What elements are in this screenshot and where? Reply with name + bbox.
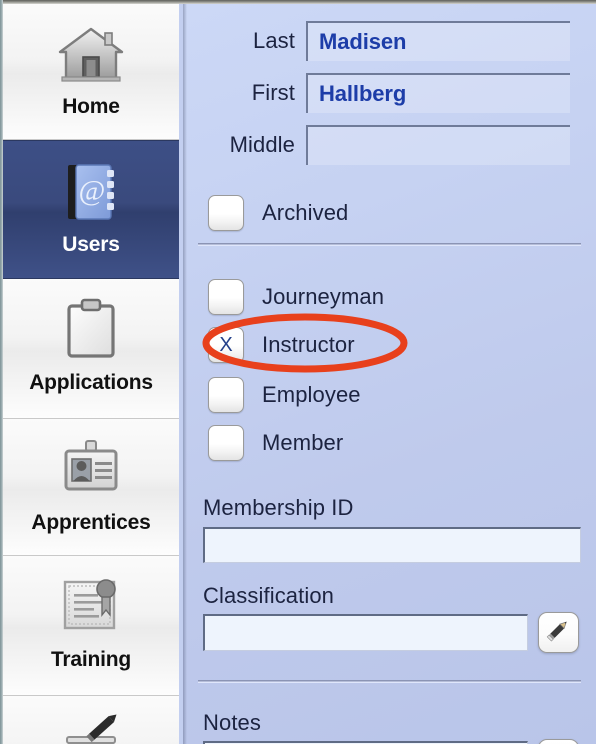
sidebar-item-training[interactable]: Training [3,556,179,696]
member-checkbox[interactable] [208,425,244,461]
application-window: Home @ Users Applications Apprentices Tr… [0,0,596,744]
classification-value [205,616,527,628]
sidebar-item-label: Training [50,648,132,671]
sidebar-item-label: Apprentices [31,511,151,534]
sidebar-item-apprentices[interactable]: Apprentices [3,419,179,556]
last-name-value: Madisen [319,29,407,54]
pencil-icon [545,617,572,649]
membership-id-input[interactable] [203,527,581,563]
employee-label: Employee [262,382,361,407]
checkbox-row-employee[interactable]: Employee [183,373,596,417]
window-left-edge [0,0,3,744]
last-name-input[interactable]: Madisen [306,21,570,61]
classification-edit-button[interactable] [538,612,579,653]
member-label: Member [262,430,344,455]
last-name-label: Last [253,28,295,53]
address-book-icon: @ [54,155,128,229]
sidebar-item-home[interactable]: Home [3,3,179,140]
basket-pencil-icon [54,710,128,744]
field-row-first-name: First Hallberg [183,73,596,113]
middle-name-input[interactable] [306,125,570,165]
separator-notes [198,680,581,683]
archived-label: Archived [262,200,349,225]
sidebar-item-label: Applications [29,371,153,394]
journeyman-label: Journeyman [262,284,385,309]
sidebar-nav: Home @ Users Applications Apprentices Tr… [3,3,179,744]
membership-id-value [205,529,580,541]
checkbox-row-archived[interactable]: Archived [183,191,596,235]
classification-input[interactable] [203,614,528,651]
id-badge-icon [54,433,128,507]
separator-archived [198,243,581,246]
field-row-last-name: Last Madisen [183,21,596,61]
instructor-check-mark: X [219,334,233,356]
employee-checkbox[interactable] [208,377,244,413]
sidebar-item-users[interactable]: @ Users [3,140,179,279]
window-top-edge [0,0,596,4]
certificate-icon [54,570,128,644]
journeyman-checkbox[interactable] [208,279,244,315]
first-name-input[interactable]: Hallberg [306,73,570,113]
sidebar-item-label: Users [62,233,120,256]
archived-checkbox[interactable] [208,195,244,231]
classification-label: Classification [203,583,335,608]
first-name-value: Hallberg [319,81,407,106]
clipboard-icon [54,293,128,367]
membership-id-label: Membership ID [203,495,354,520]
checkbox-row-instructor[interactable]: X Instructor [183,323,596,367]
field-row-middle-name: Middle [183,125,596,165]
middle-name-label: Middle [229,132,295,157]
checkbox-row-journeyman[interactable]: Journeyman [183,275,596,319]
instructor-label: Instructor [262,332,355,357]
sidebar-item-label: Home [62,95,120,118]
checkbox-row-member[interactable]: Member [183,421,596,465]
user-detail-panel: Last Madisen First Hallberg Middle Archi… [183,3,596,744]
first-name-label: First [251,80,295,105]
sidebar-item-sales[interactable]: Sales [3,696,179,744]
sidebar-item-applications[interactable]: Applications [3,279,179,419]
svg-text:@: @ [79,175,106,207]
house-icon [54,17,128,91]
instructor-checkbox[interactable]: X [208,327,244,363]
notes-label: Notes [203,710,261,735]
notes-edit-button[interactable] [538,739,579,744]
